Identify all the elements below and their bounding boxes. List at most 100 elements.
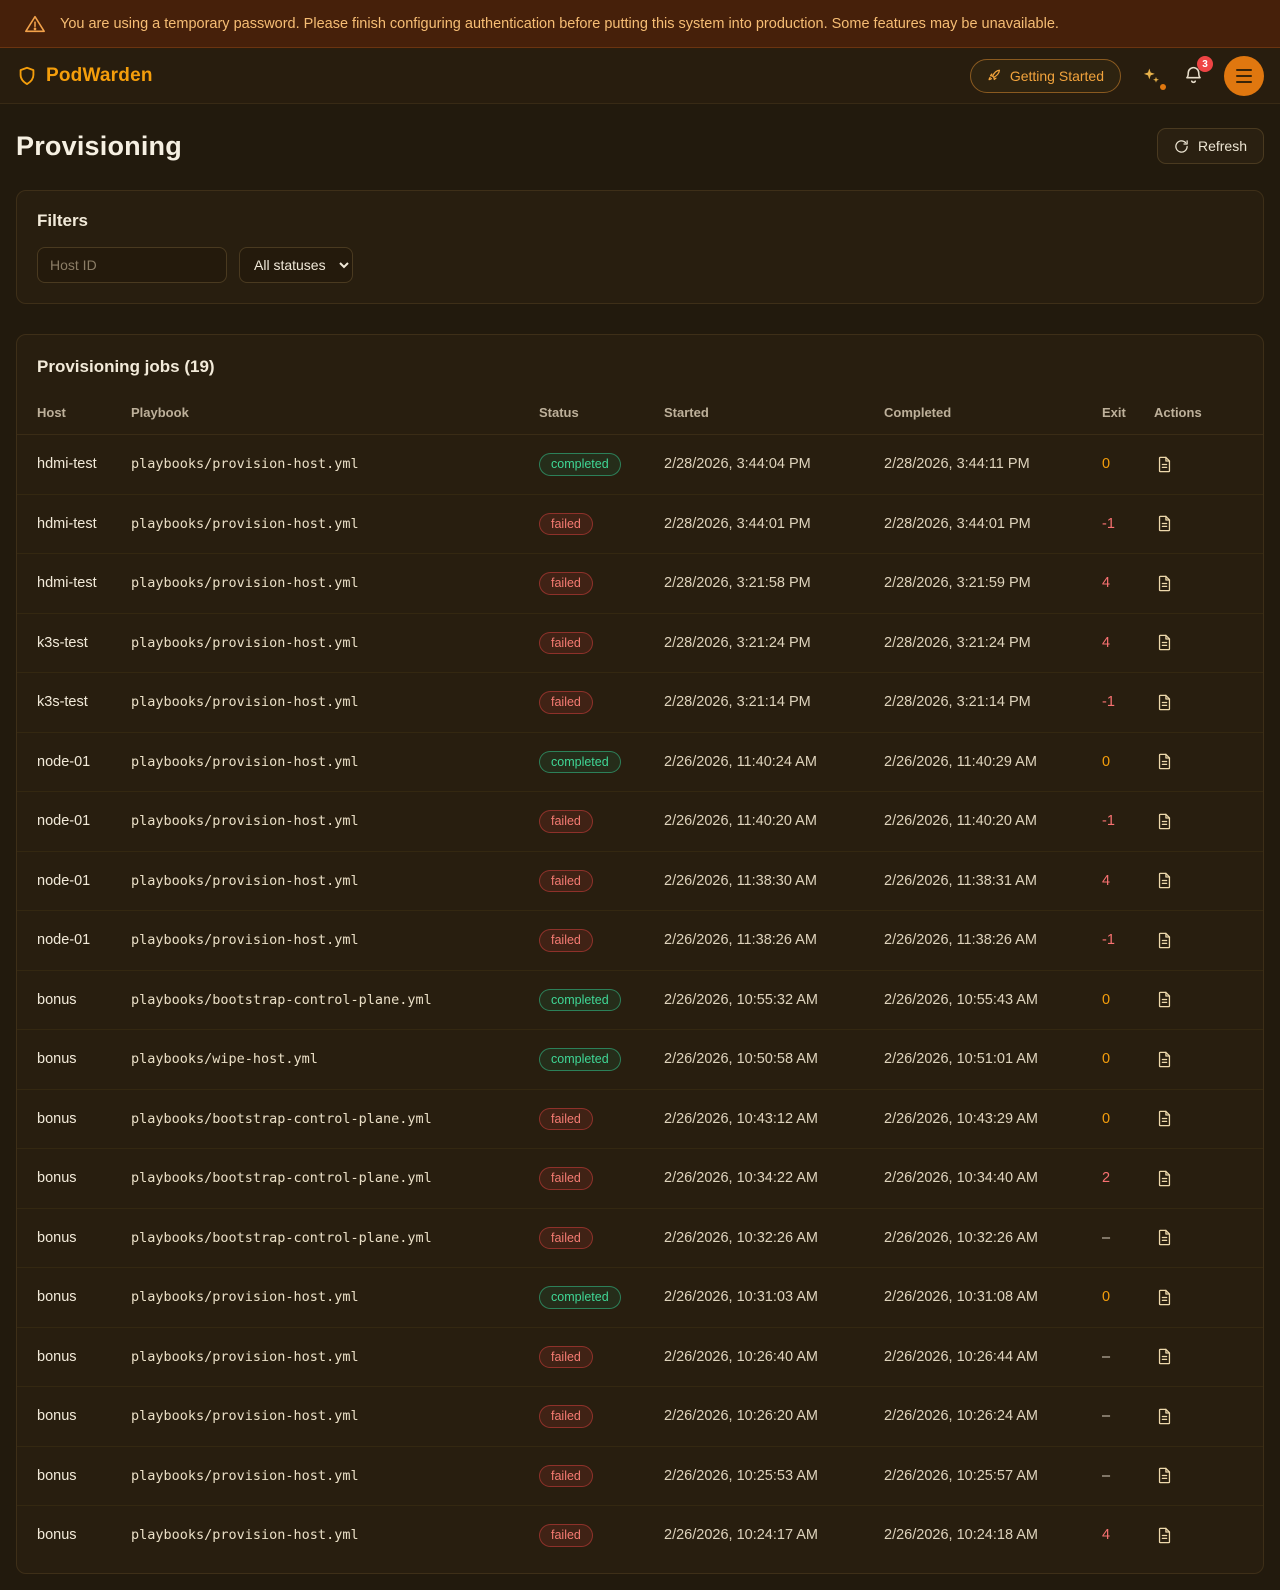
jobs-card-title: Provisioning jobs (19) [17, 335, 1263, 395]
view-log-button[interactable] [1154, 1346, 1175, 1367]
playbook-cell: playbooks/provision-host.yml [119, 1387, 527, 1447]
table-row: bonus playbooks/bootstrap-control-plane.… [17, 1208, 1263, 1268]
actions-cell [1142, 554, 1263, 614]
status-cell: failed [527, 1387, 652, 1447]
status-cell: failed [527, 673, 652, 733]
column-header-host: Host [17, 395, 119, 435]
status-badge: completed [539, 989, 621, 1012]
status-cell: failed [527, 851, 652, 911]
view-log-button[interactable] [1154, 513, 1175, 534]
host-cell: hdmi-test [17, 554, 119, 614]
table-row: bonus playbooks/bootstrap-control-plane.… [17, 1089, 1263, 1149]
status-filter-select[interactable]: All statuses [239, 247, 353, 283]
view-log-button[interactable] [1154, 1406, 1175, 1427]
view-log-button[interactable] [1154, 1227, 1175, 1248]
document-icon [1156, 694, 1173, 711]
table-row: node-01 playbooks/provision-host.yml fai… [17, 851, 1263, 911]
document-icon [1156, 1408, 1173, 1425]
started-cell: 2/26/2026, 11:38:26 AM [652, 911, 872, 971]
status-badge: failed [539, 632, 593, 655]
rocket-icon [987, 68, 1002, 83]
jobs-table: Host Playbook Status Started Completed E… [17, 395, 1263, 1565]
host-id-input[interactable] [37, 247, 227, 283]
status-badge: failed [539, 1465, 593, 1488]
document-icon [1156, 1289, 1173, 1306]
document-icon [1156, 1527, 1173, 1544]
exit-code: – [1090, 1208, 1142, 1268]
view-log-button[interactable] [1154, 1465, 1175, 1486]
actions-cell [1142, 792, 1263, 852]
host-cell: bonus [17, 1446, 119, 1506]
hamburger-menu-button[interactable] [1224, 56, 1264, 96]
actions-cell [1142, 970, 1263, 1030]
table-row: hdmi-test playbooks/provision-host.yml c… [17, 435, 1263, 495]
completed-cell: 2/26/2026, 10:24:18 AM [872, 1506, 1090, 1565]
actions-cell [1142, 1446, 1263, 1506]
started-cell: 2/28/2026, 3:44:04 PM [652, 435, 872, 495]
shield-logo-icon [16, 65, 38, 87]
view-log-button[interactable] [1154, 573, 1175, 594]
view-log-button[interactable] [1154, 930, 1175, 951]
exit-code: 2 [1090, 1149, 1142, 1209]
completed-cell: 2/26/2026, 11:38:31 AM [872, 851, 1090, 911]
status-cell: failed [527, 494, 652, 554]
completed-cell: 2/28/2026, 3:21:24 PM [872, 613, 1090, 673]
view-log-button[interactable] [1154, 1525, 1175, 1546]
column-header-actions: Actions [1142, 395, 1263, 435]
table-row: bonus playbooks/provision-host.yml faile… [17, 1506, 1263, 1565]
status-cell: failed [527, 554, 652, 614]
table-row: bonus playbooks/provision-host.yml compl… [17, 1268, 1263, 1328]
playbook-cell: playbooks/provision-host.yml [119, 1446, 527, 1506]
view-log-button[interactable] [1154, 692, 1175, 713]
exit-code: 4 [1090, 613, 1142, 673]
view-log-button[interactable] [1154, 1287, 1175, 1308]
status-badge: completed [539, 1048, 621, 1071]
completed-cell: 2/26/2026, 10:32:26 AM [872, 1208, 1090, 1268]
document-icon [1156, 753, 1173, 770]
actions-cell [1142, 1149, 1263, 1209]
playbook-cell: playbooks/provision-host.yml [119, 494, 527, 554]
view-log-button[interactable] [1154, 1108, 1175, 1129]
view-log-button[interactable] [1154, 870, 1175, 891]
status-cell: completed [527, 435, 652, 495]
notifications-button[interactable]: 3 [1181, 63, 1206, 88]
host-cell: bonus [17, 1149, 119, 1209]
status-cell: failed [527, 792, 652, 852]
refresh-button[interactable]: Refresh [1157, 128, 1264, 164]
jobs-table-body: hdmi-test playbooks/provision-host.yml c… [17, 435, 1263, 1565]
view-log-button[interactable] [1154, 811, 1175, 832]
view-log-button[interactable] [1154, 632, 1175, 653]
actions-cell [1142, 1030, 1263, 1090]
status-badge: failed [539, 1167, 593, 1190]
completed-cell: 2/28/2026, 3:21:59 PM [872, 554, 1090, 614]
table-row: bonus playbooks/wipe-host.yml completed … [17, 1030, 1263, 1090]
status-cell: failed [527, 1446, 652, 1506]
completed-cell: 2/26/2026, 10:51:01 AM [872, 1030, 1090, 1090]
status-badge: failed [539, 691, 593, 714]
started-cell: 2/26/2026, 10:25:53 AM [652, 1446, 872, 1506]
playbook-cell: playbooks/provision-host.yml [119, 673, 527, 733]
table-row: hdmi-test playbooks/provision-host.yml f… [17, 494, 1263, 554]
exit-code: 0 [1090, 435, 1142, 495]
view-log-button[interactable] [1154, 989, 1175, 1010]
view-log-button[interactable] [1154, 1049, 1175, 1070]
document-icon [1156, 1467, 1173, 1484]
sparkle-button[interactable] [1139, 64, 1163, 88]
completed-cell: 2/26/2026, 10:26:44 AM [872, 1327, 1090, 1387]
actions-cell [1142, 1327, 1263, 1387]
view-log-button[interactable] [1154, 454, 1175, 475]
document-icon [1156, 1170, 1173, 1187]
table-row: bonus playbooks/bootstrap-control-plane.… [17, 1149, 1263, 1209]
started-cell: 2/26/2026, 10:50:58 AM [652, 1030, 872, 1090]
view-log-button[interactable] [1154, 751, 1175, 772]
getting-started-button[interactable]: Getting Started [970, 59, 1121, 93]
actions-cell [1142, 1208, 1263, 1268]
exit-code: 0 [1090, 732, 1142, 792]
status-badge: failed [539, 929, 593, 952]
column-header-completed: Completed [872, 395, 1090, 435]
host-cell: bonus [17, 1089, 119, 1149]
actions-cell [1142, 732, 1263, 792]
status-badge: completed [539, 751, 621, 774]
view-log-button[interactable] [1154, 1168, 1175, 1189]
status-badge: failed [539, 1524, 593, 1547]
